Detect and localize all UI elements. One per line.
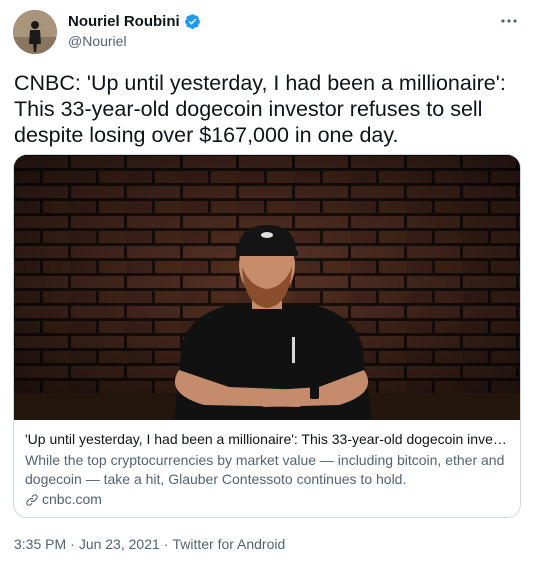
card-body[interactable]: 'Up until yesterday, I had been a millio… xyxy=(25,430,511,509)
link-card[interactable]: 'Up until yesterday, I had been a millio… xyxy=(13,154,521,518)
author-name-text[interactable]: Nouriel Roubini xyxy=(68,13,180,30)
meta-separator: · xyxy=(163,536,169,552)
card-photo xyxy=(14,155,520,420)
tweet-text: CNBC: 'Up until yesterday, I had been a … xyxy=(14,71,506,147)
more-horizontal-icon[interactable] xyxy=(498,10,520,32)
author-name[interactable]: Nouriel Roubini xyxy=(68,13,201,30)
tweet: Nouriel Roubini @Nouriel CNBC: 'Up until… xyxy=(0,0,536,564)
avatar[interactable] xyxy=(13,10,57,54)
tweet-time[interactable]: 3:35 PM xyxy=(14,536,66,552)
tweet-meta: 3:35 PM · Jun 23, 2021 · Twitter for And… xyxy=(14,536,285,552)
verified-badge-icon xyxy=(184,14,200,29)
card-domain[interactable]: cnbc.com xyxy=(25,490,511,509)
card-title[interactable]: 'Up until yesterday, I had been a millio… xyxy=(25,430,511,448)
card-domain-text[interactable]: cnbc.com xyxy=(42,490,102,509)
meta-separator: · xyxy=(70,536,75,552)
author-handle[interactable]: @Nouriel xyxy=(68,33,127,49)
tweet-source[interactable]: Twitter for Android xyxy=(172,536,285,552)
card-image[interactable] xyxy=(14,155,520,420)
more-dots xyxy=(501,19,517,23)
card-description: While the top cryptocurrencies by market… xyxy=(25,452,505,487)
tweet-date[interactable]: Jun 23, 2021 xyxy=(79,536,160,552)
link-icon xyxy=(26,493,38,506)
avatar-image xyxy=(13,10,57,54)
